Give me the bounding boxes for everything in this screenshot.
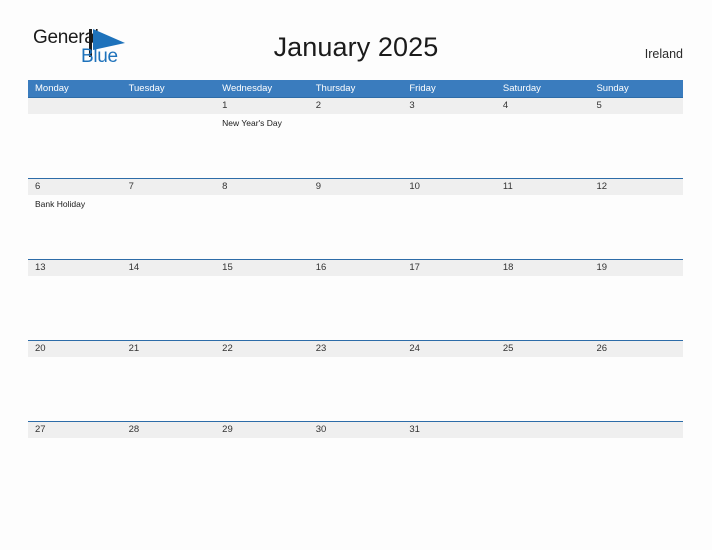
day-cell[interactable]: 24: [402, 341, 496, 421]
day-cell[interactable]: 18: [496, 260, 590, 340]
week-days: 1 New Year's Day 2 3 4 5: [28, 98, 683, 178]
calendar-grid: Monday Tuesday Wednesday Thursday Friday…: [28, 80, 683, 502]
day-number: 27: [35, 424, 46, 435]
week-days: 6 Bank Holiday 7 8 9 10 11 12: [28, 179, 683, 259]
day-cell[interactable]: 26: [589, 341, 683, 421]
day-number: 31: [409, 424, 420, 435]
day-number: 1: [222, 100, 228, 111]
weekday-header-wednesday: Wednesday: [222, 83, 273, 94]
day-number: 2: [315, 100, 322, 111]
week-days: 13 14 15 16 17 18 19: [28, 260, 683, 340]
calendar-week-row: 1 New Year's Day 2 3 4 5: [28, 97, 683, 178]
day-number: 19: [596, 262, 608, 273]
day-cell[interactable]: [28, 98, 122, 178]
day-cell[interactable]: 27: [28, 422, 122, 502]
day-number: 14: [128, 262, 140, 273]
day-number: 21: [128, 343, 140, 354]
day-cell[interactable]: 9: [309, 179, 403, 259]
day-cell[interactable]: 31: [402, 422, 496, 502]
weekday-header-friday: Friday: [409, 83, 436, 94]
day-cell[interactable]: 12: [589, 179, 683, 259]
weekday-header-monday: Monday: [35, 83, 69, 94]
day-cell[interactable]: 10: [402, 179, 496, 259]
day-cell[interactable]: 6 Bank Holiday: [28, 179, 122, 259]
day-number: 23: [315, 343, 327, 354]
day-cell[interactable]: [122, 98, 216, 178]
day-number: 15: [222, 262, 233, 273]
day-number: 11: [502, 181, 513, 192]
day-cell[interactable]: 13: [28, 260, 122, 340]
day-cell[interactable]: 16: [309, 260, 403, 340]
day-number: [129, 98, 216, 114]
week-days: 27 28 29 30 31: [28, 422, 683, 502]
day-cell[interactable]: 22: [215, 341, 309, 421]
day-cell[interactable]: 2: [309, 98, 403, 178]
day-number: 20: [35, 343, 46, 354]
day-cell[interactable]: 28: [122, 422, 216, 502]
day-number: 13: [35, 262, 46, 273]
day-number: 26: [596, 343, 608, 354]
calendar-week-row: 27 28 29 30 31: [28, 421, 683, 502]
day-number: [503, 422, 590, 438]
calendar-week-row: 6 Bank Holiday 7 8 9 10 11 12: [28, 178, 683, 259]
day-number: 3: [409, 100, 415, 111]
day-number: 16: [315, 262, 327, 273]
page-header: General Blue January 2025 Ireland: [0, 0, 712, 80]
country-label: Ireland: [644, 47, 683, 61]
day-cell[interactable]: 30: [309, 422, 403, 502]
day-number: 22: [222, 343, 233, 354]
day-number: 25: [502, 343, 514, 354]
weekday-header-saturday: Saturday: [502, 83, 541, 94]
day-cell[interactable]: 11: [496, 179, 590, 259]
day-cell[interactable]: 21: [122, 341, 216, 421]
calendar-week-row: 20 21 22 23 24 25 26: [28, 340, 683, 421]
day-number: 28: [128, 424, 140, 435]
day-number: 4: [502, 100, 509, 111]
week-days: 20 21 22 23 24 25 26: [28, 341, 683, 421]
day-number: 12: [596, 181, 608, 192]
page-title: January 2025: [273, 32, 439, 62]
day-cell[interactable]: [589, 422, 683, 502]
day-cell[interactable]: 19: [589, 260, 683, 340]
day-number: 10: [409, 181, 420, 192]
weekday-header-thursday: Thursday: [315, 83, 356, 94]
day-cell[interactable]: 25: [496, 341, 590, 421]
day-cell[interactable]: 15: [215, 260, 309, 340]
weekday-header-row: Monday Tuesday Wednesday Thursday Friday…: [28, 80, 683, 97]
day-cell[interactable]: 29: [215, 422, 309, 502]
day-number: 9: [315, 181, 322, 192]
calendar-page: General Blue January 2025 Ireland Monday…: [0, 0, 712, 550]
day-event: Bank Holiday: [35, 199, 86, 209]
day-cell[interactable]: 20: [28, 341, 122, 421]
weekday-header-tuesday: Tuesday: [128, 83, 165, 94]
day-cell[interactable]: 17: [402, 260, 496, 340]
day-number: 30: [315, 424, 327, 435]
day-number: 5: [596, 100, 602, 111]
day-number: 29: [222, 424, 233, 435]
weekday-header-sunday: Sunday: [596, 83, 629, 94]
day-number: 6: [35, 181, 41, 192]
day-number: 18: [502, 262, 514, 273]
calendar-week-row: 13 14 15 16 17 18 19: [28, 259, 683, 340]
day-cell[interactable]: 3: [402, 98, 496, 178]
day-cell[interactable]: 8: [215, 179, 309, 259]
day-number: 24: [409, 343, 420, 354]
day-number: [35, 98, 122, 114]
day-cell[interactable]: 23: [309, 341, 403, 421]
day-cell[interactable]: 7: [122, 179, 216, 259]
day-number: [596, 422, 683, 438]
day-number: 8: [222, 181, 228, 192]
day-event: New Year's Day: [222, 118, 282, 128]
day-number: 7: [128, 181, 134, 192]
day-number: 17: [409, 262, 420, 273]
day-cell[interactable]: 14: [122, 260, 216, 340]
day-cell[interactable]: 1 New Year's Day: [215, 98, 309, 178]
day-cell[interactable]: [496, 422, 590, 502]
day-cell[interactable]: 4: [496, 98, 590, 178]
day-cell[interactable]: 5: [589, 98, 683, 178]
